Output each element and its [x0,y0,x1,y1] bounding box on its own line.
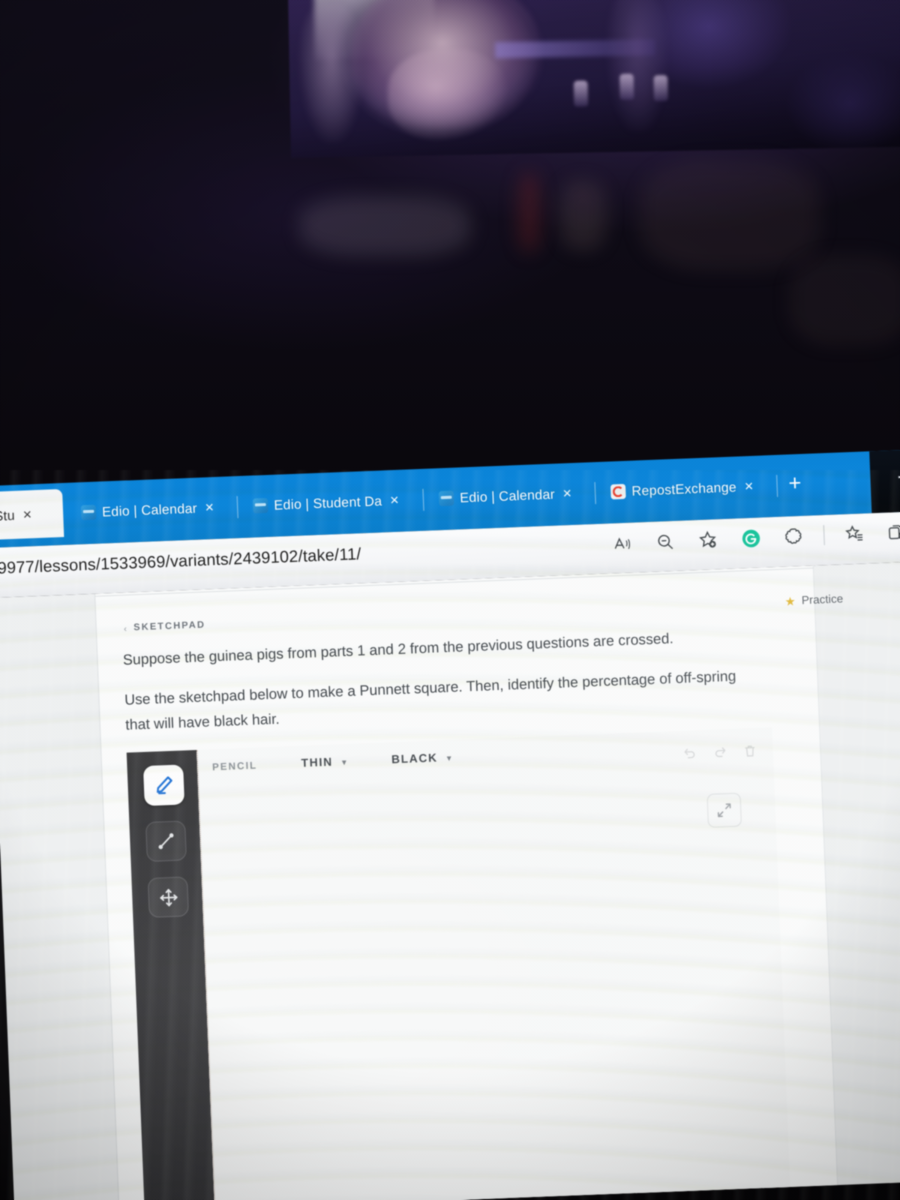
dim-reflection-shape [560,180,606,250]
tab-label: Edio | Student Da [273,492,383,513]
browser-toolbar-icons [608,519,900,557]
star-icon: ★ [784,594,796,609]
dim-reflection-shape [518,172,540,252]
collapse-caret-icon[interactable]: ‹ [123,623,126,633]
color-value: BLACK [391,752,438,767]
expand-icon[interactable] [706,792,742,828]
tab-close-icon[interactable]: × [561,485,574,502]
add-favorite-icon[interactable] [694,526,721,553]
zoom-out-icon[interactable] [651,528,678,555]
tab-close-icon[interactable]: × [742,477,755,494]
tab-label: Edio | Calendar [101,500,198,519]
sketchpad-options-toolbar: PENCIL THIN ▾ BLACK ▾ [212,752,453,773]
redo-icon[interactable] [713,745,728,760]
tab-close-icon[interactable]: × [203,499,216,516]
tab-divider [236,496,239,519]
tab-edio-calendar-2[interactable]: Edio | Calendar × [430,468,590,522]
tab-repostexchange[interactable]: RepostExchange × [602,461,772,516]
toolbar-divider [823,525,825,546]
edio-favicon [252,497,269,514]
active-tool-label: PENCIL [212,760,258,773]
sketchpad-canvas[interactable]: PENCIL THIN ▾ BLACK ▾ [196,727,791,1200]
color-dropdown[interactable]: BLACK ▾ [391,752,452,766]
browser-window: Stu × Edio | Calendar × Edio | Student D… [0,449,900,1200]
dim-reflection-shape [640,160,820,270]
tab-close-icon[interactable]: × [388,491,401,508]
edio-favicon [80,504,97,520]
sketchpad-action-icons [683,744,757,761]
dim-reflection-shape [300,196,470,256]
tab-divider [594,482,597,505]
tab-label: Edio | Calendar [459,486,556,505]
repost-favicon [610,483,626,499]
background-photo-image [288,0,900,158]
tab-label: Stu [0,507,16,524]
chevron-down-icon: ▾ [341,756,348,767]
pencil-tool[interactable] [143,764,185,807]
tab-divider [776,474,779,497]
dim-reflection-shape [790,255,900,345]
sketchpad-widget: PENCIL THIN ▾ BLACK ▾ [126,727,791,1200]
tab-student[interactable]: Stu × [0,489,65,541]
photo-of-screen: Stu × Edio | Calendar × Edio | Student D… [0,0,900,1200]
thickness-value: THIN [300,756,334,770]
move-tool[interactable] [147,876,190,918]
chevron-down-icon: ▾ [446,752,453,763]
tab-divider [422,488,425,511]
trash-icon[interactable] [743,744,758,759]
grammarly-icon[interactable] [737,525,764,552]
page-viewport: ‹ SKETCHPAD ★ Practice Suppose the guine… [0,561,900,1200]
thickness-dropdown[interactable]: THIN ▾ [301,756,348,770]
undo-icon[interactable] [683,746,698,761]
edio-favicon [438,490,455,506]
address-bar-url[interactable]: 833/days/1089977/lessons/1533969/variant… [0,545,362,582]
tab-edio-student-data[interactable]: Edio | Student Da × [244,475,418,530]
tab-edio-calendar-1[interactable]: Edio | Calendar × [72,482,232,536]
tab-close-icon[interactable]: × [21,506,34,523]
practice-badge: ★ Practice [785,592,844,608]
add-tab-group-icon[interactable] [884,519,900,546]
tab-label: RepostExchange [631,479,737,499]
read-aloud-icon[interactable] [608,530,635,557]
new-tab-button[interactable]: + [788,470,802,495]
line-tool[interactable] [145,820,187,862]
favorites-list-icon[interactable] [841,520,868,547]
collections-icon[interactable] [780,523,807,550]
practice-badge-label: Practice [801,593,844,608]
